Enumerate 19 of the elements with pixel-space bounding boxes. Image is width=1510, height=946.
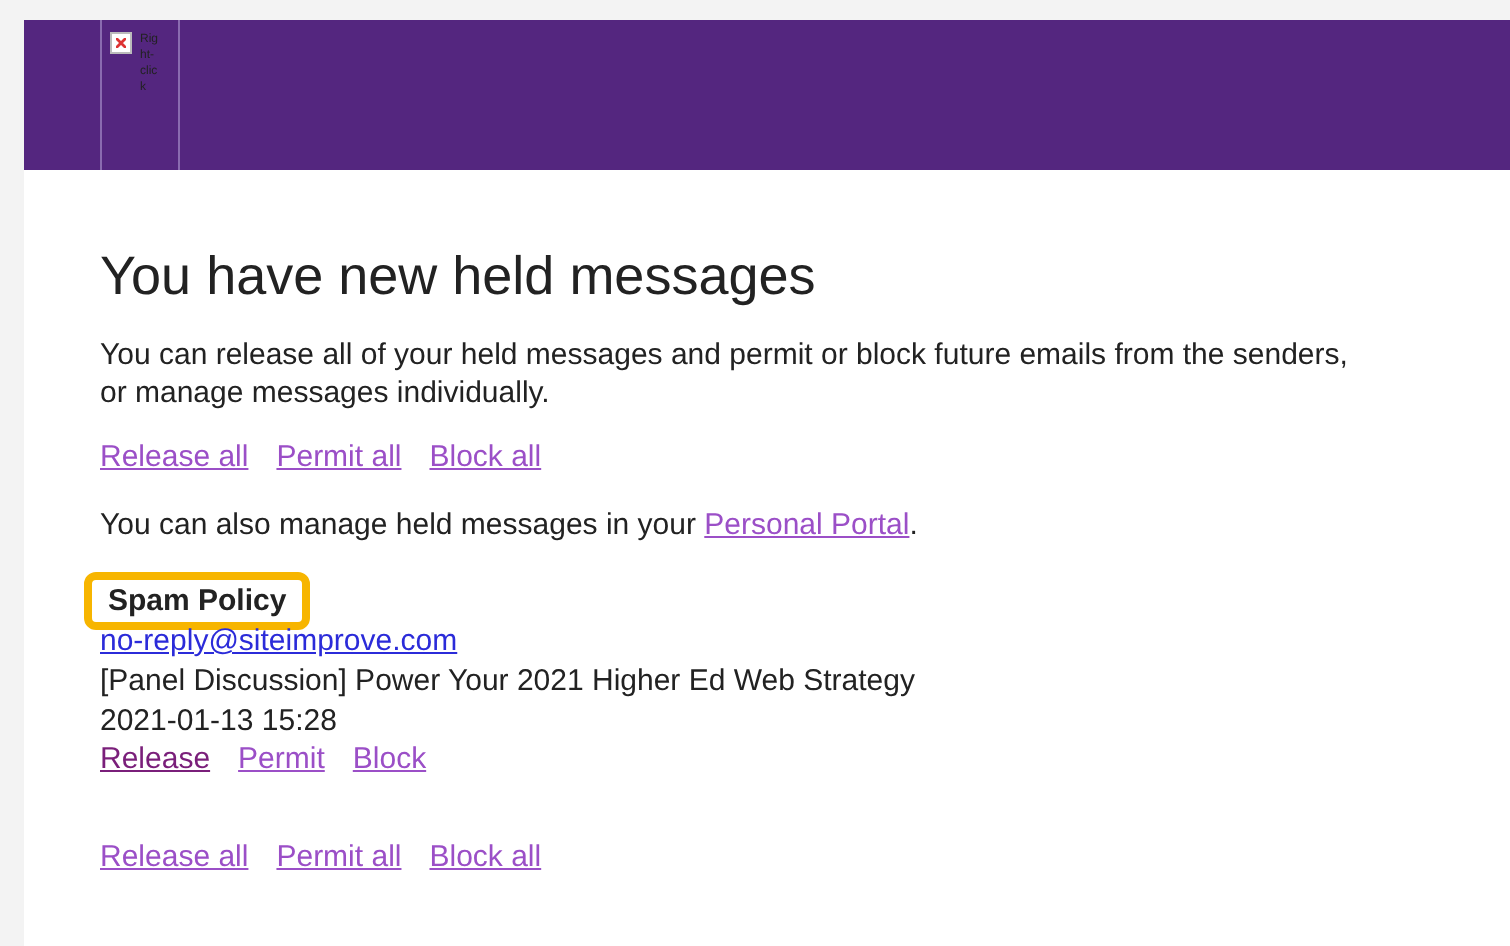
action-link[interactable]: Block all xyxy=(429,840,542,874)
subject-text: [Panel Discussion] Power Your 2021 Higher Ed Web Strategy xyxy=(100,662,917,702)
action-link[interactable]: Permit all xyxy=(276,840,402,874)
portal-text: You can also manage held messages in your xyxy=(100,508,698,542)
policy-label: Spam Policy xyxy=(84,572,311,630)
sender-link[interactable]: no-reply@siteimprove.com xyxy=(100,624,458,658)
action-link[interactable]: Release all xyxy=(100,440,249,474)
action-link[interactable]: Release all xyxy=(100,840,249,874)
broken-image-icon xyxy=(110,32,132,54)
action-link[interactable]: Release xyxy=(100,742,211,776)
action-link[interactable]: Permit xyxy=(238,742,325,776)
page-title: You have new held messages xyxy=(100,246,818,308)
intro-text: You can release all of your held messages and permit or block future emails from the senders, or manage messages individually. xyxy=(100,336,1350,412)
portal-link[interactable]: Personal Portal xyxy=(704,508,910,542)
date-text: 2021-01-13 15:28 xyxy=(100,702,339,742)
action-link[interactable]: Permit all xyxy=(276,440,402,474)
action-link[interactable]: Block all xyxy=(429,440,542,474)
action-link[interactable]: Block xyxy=(352,742,427,776)
period-text: . xyxy=(909,508,918,542)
